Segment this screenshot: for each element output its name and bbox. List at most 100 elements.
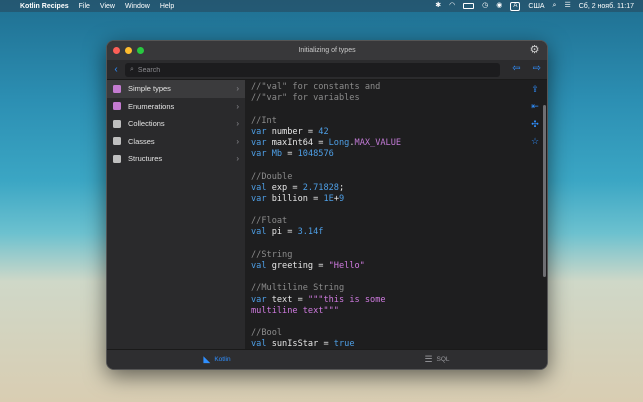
code-token: 3.14f [297,227,324,238]
time-machine-icon[interactable]: ◷ [482,0,488,12]
menu-file[interactable]: File [79,3,90,10]
search-icon: ⌕ [130,66,134,73]
code-line: //String [251,250,525,261]
code-line: //"val" for constants and [251,82,525,93]
chevron-right-icon: › [236,119,239,129]
code-token: 1E [323,193,334,204]
sidebar-item-collections[interactable]: Collections › [107,115,245,133]
code-token: //Multiline String [251,283,345,294]
code-token: //"val" for constants and [251,82,381,92]
code-line: val pi = 3.14f [251,227,525,238]
spotlight-search-icon[interactable]: ⌕ [553,0,557,12]
code-token: "Hello" [328,261,365,271]
kotlin-icon: ◣ [203,354,211,364]
code-line: val greeting = "Hello" [251,261,525,272]
sidebar-item-label: Classes [128,136,155,146]
sidebar-item-label: Collections [128,119,165,129]
sidebar-item-label: Simple types [128,84,171,94]
code-token: //Int [251,115,277,126]
menu-help[interactable]: Help [160,3,174,10]
collapse-icon[interactable]: ⇤ [529,101,541,112]
code-view[interactable]: //"val" for constants and//"var" for var… [245,80,525,351]
previous-arrow-icon[interactable]: ⇦ [512,63,520,74]
code-token: var [251,149,267,160]
search-toolbar: ‹ ⌕ ⇦ ⇨ [107,60,547,80]
gear-icon[interactable]: ⚙ [528,44,541,57]
sidebar-item-classes[interactable]: Classes › [107,133,245,151]
star-icon[interactable]: ☆ [529,136,541,147]
code-token: pi = [266,227,298,238]
user-icon[interactable]: ◉ [496,0,502,12]
code-token: 42 [318,126,329,137]
battery-icon[interactable] [463,3,475,9]
sidebar-item-label: Enumerations [128,101,175,111]
wifi-icon[interactable]: ◠ [449,0,455,12]
code-token: true [333,339,355,350]
menu-app-name[interactable]: Kotlin Recipes [20,3,69,10]
control-center-icon[interactable]: ☰ [564,0,570,12]
chevron-right-icon: › [236,154,239,164]
code-token: sunIsStar = [266,339,334,350]
code-line: var text = """this is some [251,295,525,306]
back-chevron-icon[interactable]: ‹ [107,64,125,75]
code-token: //Bool [251,328,283,339]
tab-label: Kotlin [214,356,231,363]
code-token: MAX_VALUE [354,137,402,148]
code-token: //"var" for variables [251,93,360,104]
menu-window[interactable]: Window [125,3,150,10]
tab-label: SQL [436,356,450,363]
sidebar-item-simple-types[interactable]: Simple types › [107,80,245,98]
document-icon [113,119,121,128]
expand-icon[interactable]: ✣ [529,119,541,130]
code-token: exp = [266,182,303,193]
document-icon [113,84,121,93]
tab-sql[interactable]: ☰ SQL [327,350,547,369]
code-token: """this is some [307,294,386,305]
code-token: //String [251,249,293,260]
menu-view[interactable]: View [100,3,115,10]
code-line: //Float [251,216,525,227]
code-scrollbar[interactable] [543,105,546,277]
code-token: var [251,294,267,305]
app-window: Initializing of types ⚙ ‹ ⌕ ⇦ ⇨ Simple t… [106,40,548,370]
code-token: var [251,193,267,204]
code-token: billion = [266,193,324,204]
menu-clock[interactable]: Сб, 2 нояб. 11:17 [579,3,634,10]
tab-kotlin[interactable]: ◣ Kotlin [107,350,327,369]
window-title: Initializing of types [298,47,356,54]
search-input[interactable] [137,66,478,74]
code-token: multiline text""" [251,305,339,316]
code-token: = [282,149,298,160]
code-line: multiline text""" [251,306,525,317]
sidebar-item-enumerations[interactable]: Enumerations › [107,98,245,116]
code-token: val [251,339,267,350]
search-field[interactable]: ⌕ [125,63,500,77]
code-token: val [251,227,267,238]
sidebar-item-structures[interactable]: Structures › [107,150,245,168]
code-token: 2.71828 [302,182,339,193]
chevron-right-icon: › [236,136,239,146]
code-line: //Int [251,116,525,127]
bluetooth-icon[interactable]: ✱ [435,0,441,12]
code-token: greeting = [266,261,329,271]
code-line: //Double [251,172,525,183]
code-line: var billion = 1E+9 [251,194,525,205]
code-token: //Float [251,216,288,227]
keyboard-language[interactable]: США [528,3,544,10]
code-token: maxInt64 = [266,137,329,148]
title-bar[interactable]: Initializing of types ⚙ [107,41,547,60]
code-token: text = [266,294,308,305]
sidebar: Simple types › Enumerations › Collection… [107,80,245,351]
code-line: //Bool [251,328,525,339]
code-token: var [251,126,267,137]
input-source-indicator[interactable]: A [510,1,521,11]
next-arrow-icon[interactable]: ⇨ [533,63,541,74]
share-icon[interactable]: ⇪ [529,84,541,95]
sidebar-item-label: Structures [128,154,163,164]
code-token: 1048576 [297,149,334,160]
code-token: Mb [266,149,283,160]
